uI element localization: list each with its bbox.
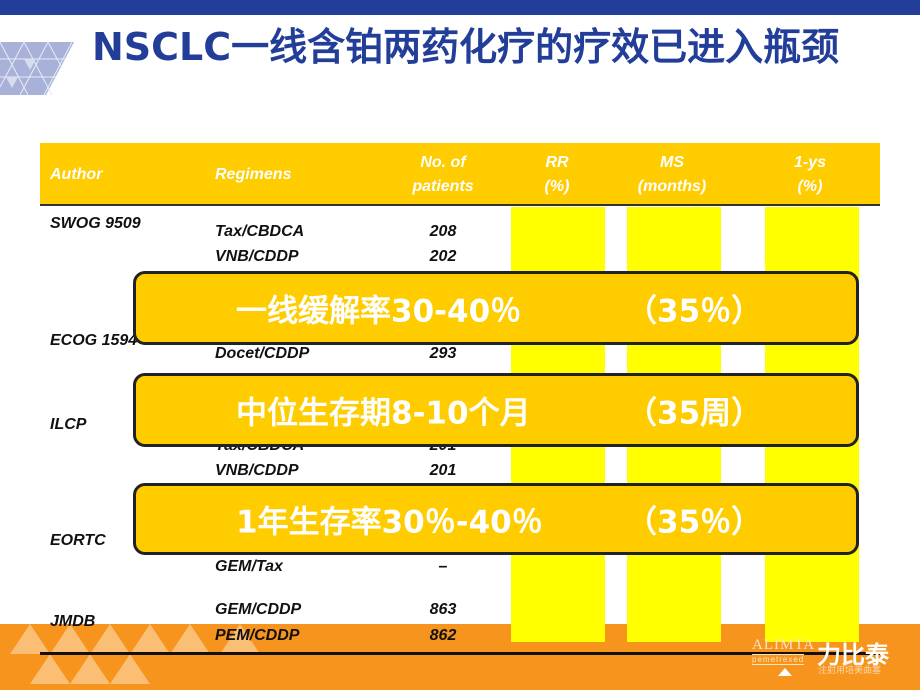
- header-1ys-line1: 1-ys: [793, 154, 827, 171]
- header-ms: MS (months): [622, 151, 722, 199]
- callout-value: （35％）: [626, 293, 763, 330]
- top-bar: [0, 0, 920, 15]
- patients-cell: 208: [429, 223, 457, 240]
- regimen-cell: VNB/CDDP: [215, 248, 299, 265]
- regimen-cell: Docet/CDDP: [215, 345, 310, 362]
- header-regimens: Regimens: [215, 166, 292, 183]
- patients-cell: 293: [429, 345, 457, 362]
- header-patients-line2: patients: [412, 178, 474, 195]
- patients-cell: 201: [429, 462, 457, 479]
- regimen-cell: GEM/Tax: [215, 558, 283, 575]
- patients-cell: 862: [429, 627, 457, 644]
- callout-response-rate: 一线缓解率30-40％ （35％）: [133, 271, 859, 345]
- author-cell: ECOG 1594: [50, 332, 138, 349]
- regimen-cell: Tax/CBDCA: [215, 223, 305, 240]
- callout-text: 中位生存期8-10个月: [236, 395, 531, 432]
- brand-name-en: ALIMTA: [752, 637, 816, 653]
- header-1ys: 1-ys (%): [770, 151, 850, 199]
- slide-title: NSCLC一线含铂两药化疗的疗效已进入瓶颈: [92, 25, 840, 69]
- header-rr-line2: (%): [544, 178, 570, 195]
- author-cell: EORTC: [50, 532, 106, 549]
- header-rr-line1: RR: [545, 154, 569, 171]
- header-patients: No. of patients: [383, 151, 503, 199]
- table-header: Author Regimens No. of patients RR (%) MS (…: [40, 143, 880, 206]
- callout-median-survival: 中位生存期8-10个月 （35周）: [133, 373, 859, 447]
- header-ms-line1: MS: [660, 154, 684, 171]
- patients-cell: 863: [429, 601, 457, 618]
- patients-cell: –: [438, 558, 448, 575]
- callout-value: （35％）: [626, 504, 763, 541]
- header-patients-line1: No. of: [420, 154, 466, 171]
- triangle-pattern-footer: [10, 624, 260, 684]
- header-rr: RR (%): [517, 151, 597, 199]
- author-cell: SWOG 9509: [50, 215, 141, 232]
- regimen-cell: GEM/CDDP: [215, 601, 302, 618]
- brand-generic: pemetrexed: [752, 654, 805, 665]
- header-1ys-line2: (%): [797, 178, 823, 195]
- callout-value: （35周）: [626, 395, 763, 432]
- triangle-icon: [778, 668, 792, 676]
- header-author: Author: [50, 166, 103, 183]
- header-ms-line2: (months): [637, 178, 707, 195]
- author-cell: JMDB: [50, 613, 96, 630]
- callout-text: 一线缓解率30-40％: [236, 293, 522, 330]
- triangle-pattern-logo: [0, 41, 74, 96]
- brand-subtitle: 注射用培美曲塞: [818, 666, 882, 676]
- regimen-cell: VNB/CDDP: [215, 462, 299, 479]
- callout-1yr-survival: 1年生存率30％-40％ （35％）: [133, 483, 859, 555]
- regimen-cell: PEM/CDDP: [215, 627, 300, 644]
- callout-text: 1年生存率30％-40％: [236, 504, 543, 541]
- author-cell: ILCP: [50, 416, 87, 433]
- patients-cell: 202: [429, 248, 457, 265]
